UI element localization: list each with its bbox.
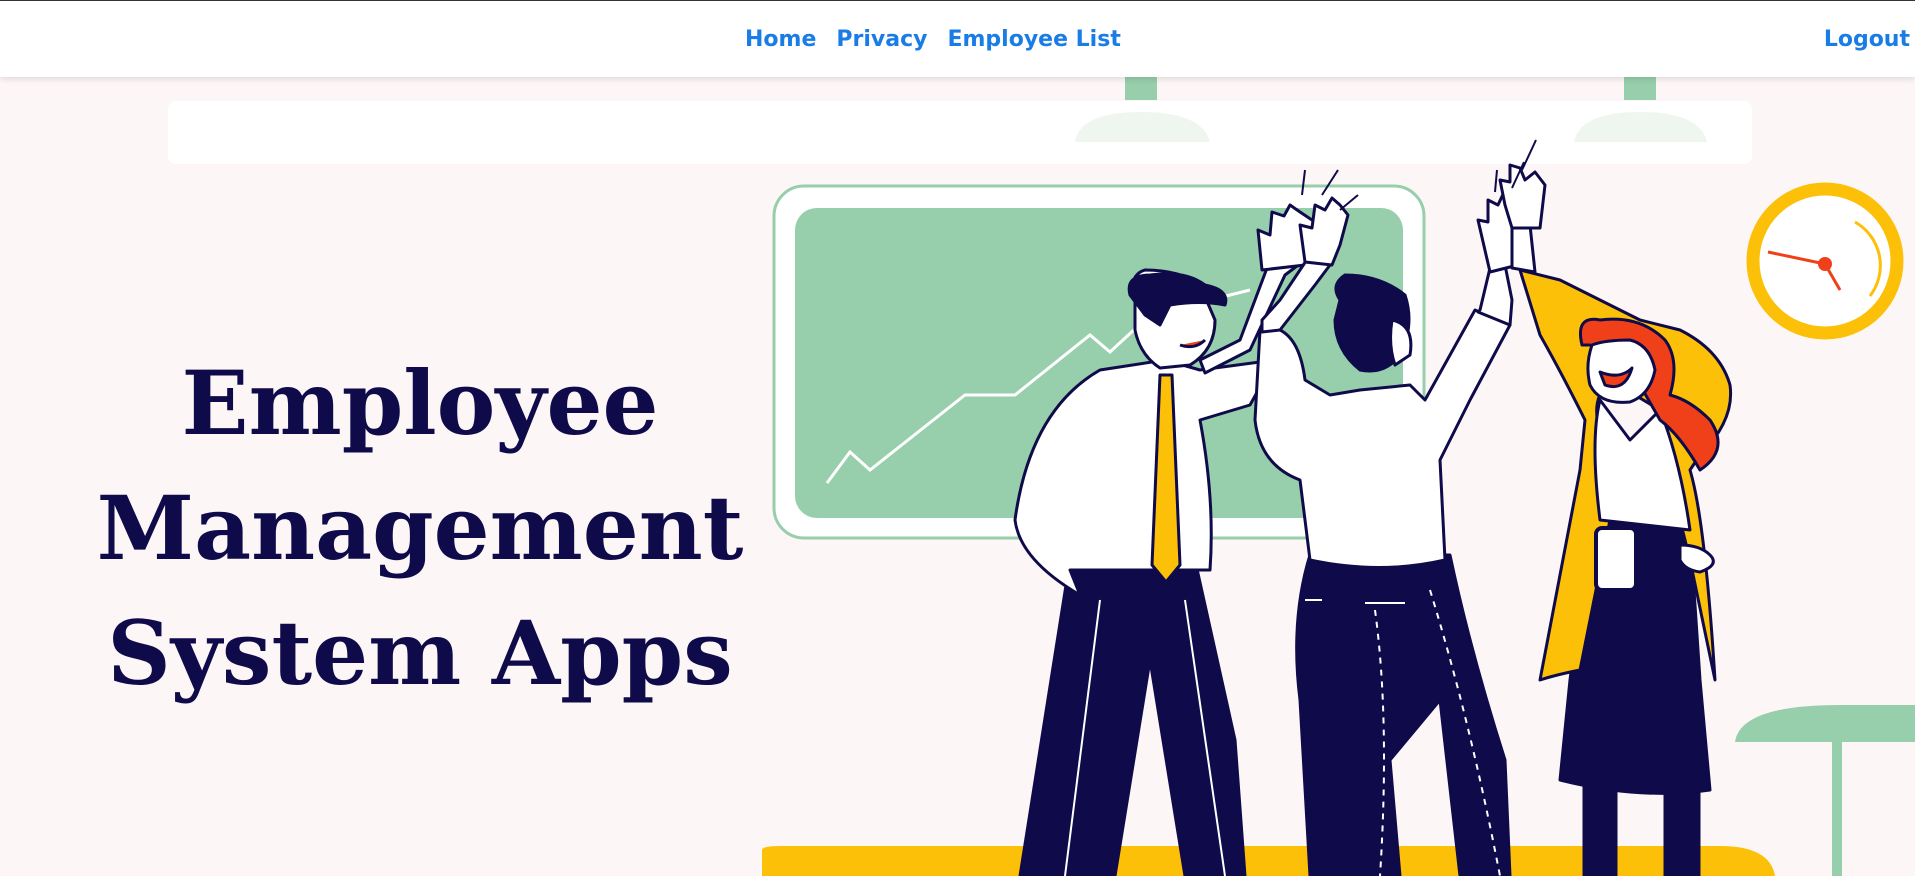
side-table-icon — [1735, 705, 1915, 876]
page: Home Privacy Employee List Logout Employ… — [0, 0, 1915, 876]
nav-right: Logout — [1824, 25, 1910, 55]
nav-privacy-link[interactable]: Privacy — [836, 25, 927, 55]
hero-title-line-1: Employee — [181, 350, 659, 455]
hero-title-line-2: Management — [96, 475, 744, 580]
hero-title-line-3: System Apps — [107, 600, 733, 705]
top-navbar: Home Privacy Employee List Logout — [0, 0, 1915, 77]
wall-clock-icon — [1746, 182, 1904, 340]
nav-employee-list-link[interactable]: Employee List — [947, 25, 1120, 55]
logout-link[interactable]: Logout — [1824, 27, 1910, 52]
hero-title: Employee Management System Apps — [60, 341, 780, 716]
nav-home-link[interactable]: Home — [745, 25, 816, 55]
woman-illustration — [1498, 163, 1733, 876]
nav-links: Home Privacy Employee List — [745, 25, 1121, 55]
